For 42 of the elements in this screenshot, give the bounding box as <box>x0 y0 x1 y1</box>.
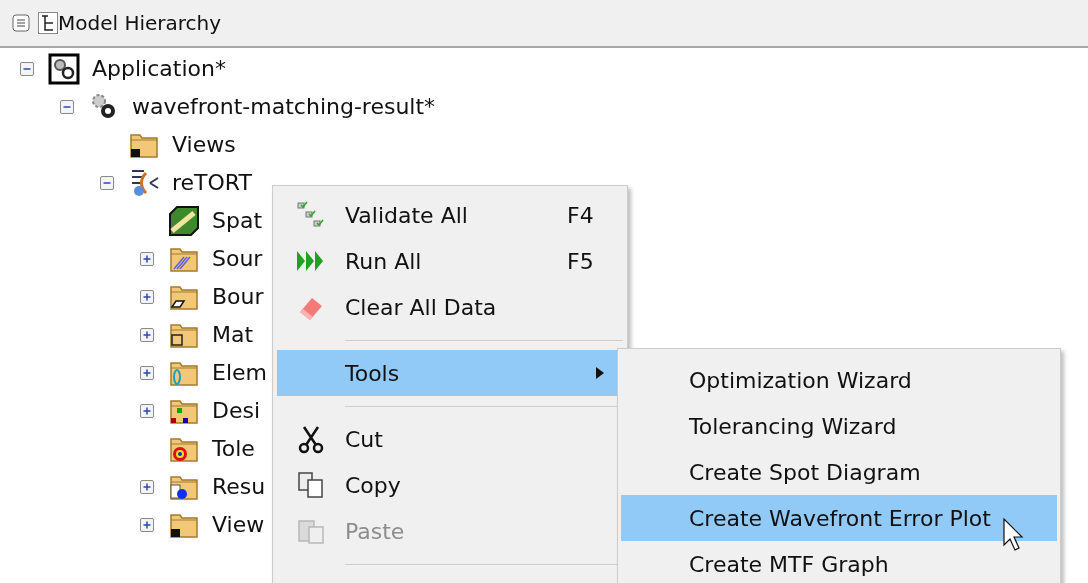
menu-item[interactable]: Clear All Data <box>277 284 623 330</box>
expand-toggle[interactable] <box>140 518 154 532</box>
tree-item[interactable]: Sour <box>212 248 263 270</box>
tree-item[interactable]: Mat <box>212 324 254 346</box>
gears-icon <box>48 53 80 85</box>
copy-icon <box>296 470 326 500</box>
expand-toggle[interactable] <box>140 480 154 494</box>
tree-item[interactable]: Application* <box>92 58 226 80</box>
collapse-toggle[interactable] <box>60 100 74 114</box>
menu-item[interactable]: Optimization Wizard <box>621 357 1057 403</box>
tree-item[interactable]: Bour <box>212 286 264 308</box>
menu-item[interactable]: Create Wavefront Error Plot <box>621 495 1057 541</box>
list-icon[interactable] <box>12 14 30 32</box>
menu-item[interactable]: Create MTF Graph <box>621 541 1057 583</box>
validate-icon <box>296 200 326 230</box>
expand-toggle[interactable] <box>140 366 154 380</box>
tree-item[interactable]: Elem <box>212 362 267 384</box>
cube-icon <box>168 205 200 237</box>
panel-title: Model Hierarchy <box>58 10 222 37</box>
submenu-arrow-icon <box>595 366 605 380</box>
menu-item[interactable]: Validate All F4 <box>277 192 623 238</box>
tree-item[interactable]: Desi <box>212 400 261 422</box>
tree-icon <box>38 12 58 34</box>
tree-item[interactable]: Tole <box>212 438 255 460</box>
expand-toggle[interactable] <box>140 404 154 418</box>
menu-item[interactable]: Cut <box>277 416 623 462</box>
expand-toggle[interactable] <box>140 252 154 266</box>
expand-toggle[interactable] <box>140 328 154 342</box>
menu-item[interactable]: Tolerancing Wizard <box>621 403 1057 449</box>
tree-item[interactable]: Views <box>172 134 236 156</box>
tree-item[interactable]: Resu <box>212 476 266 498</box>
expand-toggle[interactable] <box>140 290 154 304</box>
menu-item[interactable]: Copy <box>277 462 623 508</box>
tree-item[interactable]: View <box>212 514 265 536</box>
tree-item[interactable]: reTORT <box>172 172 252 194</box>
menu-item[interactable]: Run All F5 <box>277 238 623 284</box>
menu-item[interactable]: Create Spot Diagram <box>621 449 1057 495</box>
tree-item[interactable]: wavefront-matching-result* <box>132 96 436 118</box>
collapse-toggle[interactable] <box>100 176 114 190</box>
tree-item[interactable]: Spat <box>212 210 263 232</box>
collapse-toggle[interactable] <box>20 62 34 76</box>
scissors-icon <box>296 424 326 454</box>
